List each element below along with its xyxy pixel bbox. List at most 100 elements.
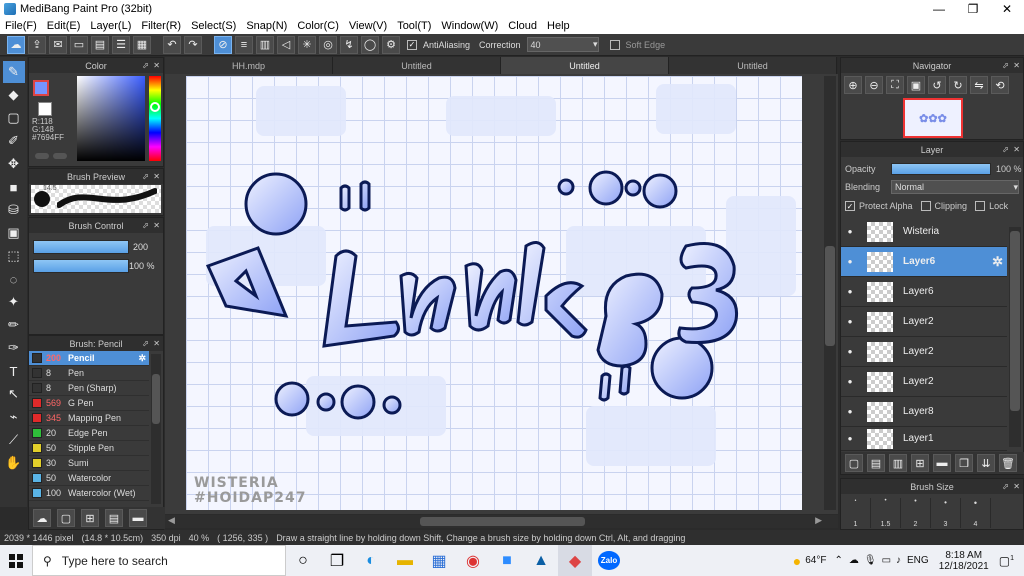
scroll-right-icon[interactable]: ▶ (815, 515, 822, 526)
brush-item[interactable]: 8 Pen (29, 366, 149, 381)
visibility-icon[interactable]: ● (841, 434, 859, 443)
layer-item[interactable]: ● Layer6 ✲ (841, 247, 1007, 277)
correction-select[interactable]: 40 ▾ (526, 37, 599, 52)
new-brush-icon[interactable]: ▢ (57, 509, 75, 527)
menu-cloud[interactable]: Cloud (503, 20, 542, 32)
canvas-area[interactable]: WISTERIA #HOIDAP247 (165, 74, 838, 514)
parallel-snap-icon[interactable]: ≡ (235, 35, 253, 54)
menu-select[interactable]: Select(S) (186, 20, 241, 32)
edge-icon[interactable]: ◐ (354, 545, 388, 576)
select-tool-icon[interactable]: ⬚ (3, 245, 25, 267)
menu-filter[interactable]: Filter(R) (136, 20, 186, 32)
reset-icon[interactable]: ⟲ (991, 76, 1009, 94)
language-indicator[interactable]: ENG (907, 555, 929, 566)
tab-untitled-2[interactable]: Untitled (501, 57, 669, 74)
close-icon[interactable]: ✕ (1013, 145, 1020, 154)
foreground-color-swatch[interactable] (33, 80, 49, 96)
brush-settings-icon[interactable]: ▤ (105, 509, 123, 527)
eyedropper-tool-icon[interactable]: ⌁ (3, 406, 25, 428)
cloud-brush-icon[interactable]: ☁ (33, 509, 51, 527)
pin-icon[interactable]: ⬀ (142, 221, 149, 230)
menu-snap[interactable]: Snap(N) (241, 20, 292, 32)
close-button[interactable]: ✕ (990, 2, 1024, 16)
new-halftone-layer-icon[interactable]: ▤ (867, 454, 885, 472)
swap-small-icon[interactable] (35, 153, 49, 159)
cross-snap-icon[interactable]: ▥ (256, 35, 274, 54)
layer-item[interactable]: ● Layer2 (841, 307, 1007, 337)
taskbar-search[interactable]: ⚲ Type here to search (32, 545, 286, 576)
text-tool-icon[interactable]: T (3, 360, 25, 382)
chrome-icon[interactable]: ◉ (456, 545, 490, 576)
blending-select[interactable]: Normal ▾ (891, 180, 1019, 194)
actual-size-icon[interactable]: ▣ (907, 76, 925, 94)
menu-edit[interactable]: Edit(E) (42, 20, 86, 32)
pin-icon[interactable]: ⬀ (1002, 61, 1009, 70)
scroll-left-icon[interactable]: ◀ (168, 515, 175, 526)
brush-item[interactable]: 100 Watercolor (Wet) (29, 486, 149, 501)
menu-file[interactable]: File(F) (0, 20, 42, 32)
merge-layer-icon[interactable]: ⇊ (977, 454, 995, 472)
brush-opacity-slider[interactable] (33, 259, 129, 273)
folder-icon[interactable]: ▬ (129, 509, 147, 527)
hue-slider[interactable] (149, 76, 161, 161)
menu-color[interactable]: Color(C) (292, 20, 344, 32)
close-icon[interactable]: ✕ (153, 61, 160, 70)
visibility-icon[interactable]: ● (841, 227, 859, 236)
store-icon[interactable]: ▦ (422, 545, 456, 576)
grid-icon[interactable]: ▦ (133, 35, 151, 54)
protect-alpha-checkbox[interactable]: ✓ (845, 201, 855, 211)
file-explorer-icon[interactable]: ▬ (388, 545, 422, 576)
drawing-canvas[interactable]: WISTERIA #HOIDAP247 (186, 76, 802, 510)
visibility-icon[interactable]: ● (841, 377, 859, 386)
pen-tool-icon[interactable]: ✎ (2, 61, 25, 83)
brush-item[interactable]: 569 G Pen (29, 396, 149, 411)
saturation-value-picker[interactable] (77, 76, 145, 161)
vanishing-snap-icon[interactable]: ◁ (277, 35, 295, 54)
hand-tool-icon[interactable]: ✋ (3, 452, 25, 474)
visibility-icon[interactable]: ● (841, 347, 859, 356)
pin-icon[interactable]: ⬀ (142, 61, 149, 70)
gradient-tool-icon[interactable]: ▣ (3, 222, 25, 244)
cloud-icon[interactable]: ☁ (7, 35, 25, 54)
hue-slider-handle[interactable] (150, 102, 160, 112)
brush-tool-icon[interactable]: ✐ (3, 130, 25, 152)
tab-untitled-3[interactable]: Untitled (669, 57, 837, 74)
brush-item[interactable]: 30 Sumi (29, 456, 149, 471)
operation-tool-icon[interactable]: ↖ (3, 383, 25, 405)
select-pen-tool-icon[interactable]: ✏ (3, 314, 25, 336)
gear-icon[interactable]: ✲ (138, 353, 146, 364)
zoom-out-icon[interactable]: ⊖ (865, 76, 883, 94)
weather-icon[interactable]: ● (793, 553, 801, 569)
swap-icon[interactable] (53, 153, 67, 159)
close-icon[interactable]: ✕ (153, 221, 160, 230)
layer-item[interactable]: ● Layer1 (841, 427, 1007, 451)
radial-snap-icon[interactable]: ✳ (298, 35, 316, 54)
visibility-icon[interactable]: ● (841, 257, 859, 266)
menu-layer[interactable]: Layer(L) (85, 20, 136, 32)
select-eraser-tool-icon[interactable]: ✑ (3, 337, 25, 359)
layer-item[interactable]: ● Layer8 (841, 397, 1007, 427)
pin-icon[interactable]: ⬀ (1002, 482, 1009, 491)
onedrive-icon[interactable]: ☁ (849, 555, 859, 566)
minimize-button[interactable]: — (922, 2, 956, 16)
task-view-icon[interactable]: ❐ (320, 545, 354, 576)
scroll-thumb[interactable] (825, 246, 835, 346)
zalo-icon[interactable]: Zalo (592, 545, 626, 576)
layer-item[interactable]: ● Layer2 (841, 367, 1007, 397)
brush-item[interactable]: 345 Mapping Pen (29, 411, 149, 426)
fill-rect-tool-icon[interactable]: ■ (3, 176, 25, 198)
network-icon[interactable]: ▭ (882, 555, 891, 566)
background-color-swatch[interactable] (38, 102, 52, 116)
cortana-icon[interactable]: ○ (286, 545, 320, 576)
brush-size-preset[interactable]: • 4 (961, 498, 991, 528)
visibility-icon[interactable]: ● (841, 287, 859, 296)
zoom-in-icon[interactable]: ⊕ (844, 76, 862, 94)
circle-snap-icon[interactable]: ◎ (319, 35, 337, 54)
layer-item[interactable]: ● Wisteria (841, 217, 1007, 247)
brush-item[interactable]: 50 Watercolor (29, 471, 149, 486)
magic-wand-tool-icon[interactable]: ✦ (3, 291, 25, 313)
list-icon[interactable]: ☰ (112, 35, 130, 54)
brush-item[interactable]: 20 Edge Pen (29, 426, 149, 441)
folder-icon[interactable]: ▬ (933, 454, 951, 472)
photos-icon[interactable]: ▲ (524, 545, 558, 576)
